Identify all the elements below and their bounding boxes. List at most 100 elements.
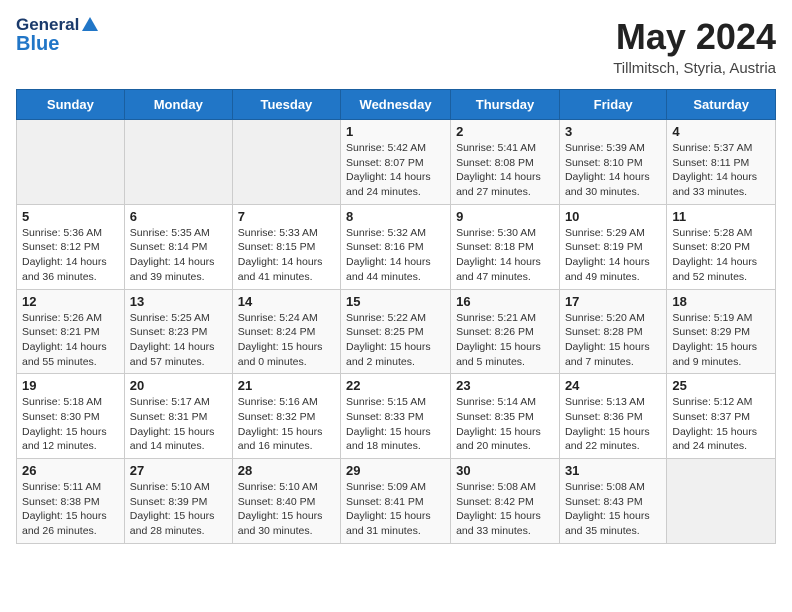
calendar-cell: 25Sunrise: 5:12 AMSunset: 8:37 PMDayligh…	[667, 374, 776, 459]
weekday-sunday: Sunday	[17, 90, 125, 120]
calendar-cell: 12 Sunrise: 5:26 AMSunset: 8:21 PMDayligh…	[17, 289, 125, 374]
day-info: Sunrise: 5:36 AMSunset: 8:12 PMDaylight:…	[22, 226, 119, 285]
calendar-cell: 14 Sunrise: 5:24 AMSunset: 8:24 PMDayligh…	[232, 289, 340, 374]
day-number: 22	[346, 378, 445, 393]
day-number: 14	[238, 294, 335, 309]
calendar-cell	[232, 120, 340, 205]
day-info: Sunrise: 5:33 AMSunset: 8:15 PMDaylight:…	[238, 226, 335, 285]
day-number: 26	[22, 463, 119, 478]
weekday-saturday: Saturday	[667, 90, 776, 120]
day-info: Sunrise: 5:37 AMSunset: 8:11 PMDaylight:…	[672, 141, 770, 200]
day-number: 17	[565, 294, 661, 309]
calendar-cell: 26 Sunrise: 5:11 AMSunset: 8:38 PMDayligh…	[17, 459, 125, 544]
day-number: 7	[238, 209, 335, 224]
logo-blue: Blue	[16, 33, 99, 55]
weekday-header-row: SundayMondayTuesdayWednesdayThursdayFrid…	[17, 90, 776, 120]
day-info: Sunrise: 5:08 AMSunset: 8:43 PMDaylight:…	[565, 480, 661, 539]
calendar-week-4: 19 Sunrise: 5:18 AMSunset: 8:30 PMDayligh…	[17, 374, 776, 459]
month-title: May 2024	[613, 16, 776, 58]
day-info: Sunrise: 5:20 AMSunset: 8:28 PMDaylight:…	[565, 311, 661, 370]
calendar-cell	[667, 459, 776, 544]
calendar-cell: 1 Sunrise: 5:42 AMSunset: 8:07 PMDaylight…	[341, 120, 451, 205]
calendar-cell: 28 Sunrise: 5:10 AMSunset: 8:40 PMDayligh…	[232, 459, 340, 544]
day-info: Sunrise: 5:32 AMSunset: 8:16 PMDaylight:…	[346, 226, 445, 285]
calendar-table: SundayMondayTuesdayWednesdayThursdayFrid…	[16, 89, 776, 544]
day-info: Sunrise: 5:35 AMSunset: 8:14 PMDaylight:…	[130, 226, 227, 285]
day-number: 28	[238, 463, 335, 478]
day-number: 30	[456, 463, 554, 478]
calendar-cell: 9 Sunrise: 5:30 AMSunset: 8:18 PMDaylight…	[451, 204, 560, 289]
day-number: 5	[22, 209, 119, 224]
day-info: Sunrise: 5:29 AMSunset: 8:19 PMDaylight:…	[565, 226, 661, 285]
day-number: 9	[456, 209, 554, 224]
calendar-cell: 27 Sunrise: 5:10 AMSunset: 8:39 PMDayligh…	[124, 459, 232, 544]
day-number: 15	[346, 294, 445, 309]
day-info: Sunrise: 5:24 AMSunset: 8:24 PMDaylight:…	[238, 311, 335, 370]
day-number: 4	[672, 124, 770, 139]
calendar-week-1: 1 Sunrise: 5:42 AMSunset: 8:07 PMDaylight…	[17, 120, 776, 205]
day-info: Sunrise: 5:22 AMSunset: 8:25 PMDaylight:…	[346, 311, 445, 370]
calendar-cell	[17, 120, 125, 205]
weekday-tuesday: Tuesday	[232, 90, 340, 120]
calendar-cell: 22Sunrise: 5:15 AMSunset: 8:33 PMDayligh…	[341, 374, 451, 459]
day-number: 18	[672, 294, 770, 309]
calendar-cell: 20 Sunrise: 5:17 AMSunset: 8:31 PMDayligh…	[124, 374, 232, 459]
day-number: 6	[130, 209, 227, 224]
calendar-cell: 2 Sunrise: 5:41 AMSunset: 8:08 PMDaylight…	[451, 120, 560, 205]
calendar-cell: 15 Sunrise: 5:22 AMSunset: 8:25 PMDayligh…	[341, 289, 451, 374]
calendar-cell: 18 Sunrise: 5:19 AMSunset: 8:29 PMDayligh…	[667, 289, 776, 374]
day-info: Sunrise: 5:16 AMSunset: 8:32 PMDaylight:…	[238, 395, 335, 454]
day-info: Sunrise: 5:11 AMSunset: 8:38 PMDaylight:…	[22, 480, 119, 539]
day-info: Sunrise: 5:30 AMSunset: 8:18 PMDaylight:…	[456, 226, 554, 285]
day-info: Sunrise: 5:26 AMSunset: 8:21 PMDaylight:…	[22, 311, 119, 370]
day-number: 13	[130, 294, 227, 309]
day-number: 23	[456, 378, 554, 393]
day-info: Sunrise: 5:09 AMSunset: 8:41 PMDaylight:…	[346, 480, 445, 539]
day-number: 3	[565, 124, 661, 139]
calendar-cell: 5 Sunrise: 5:36 AMSunset: 8:12 PMDaylight…	[17, 204, 125, 289]
calendar-cell: 4 Sunrise: 5:37 AMSunset: 8:11 PMDaylight…	[667, 120, 776, 205]
page-header: General Blue May 2024 Tillmitsch, Styria…	[16, 16, 776, 77]
day-info: Sunrise: 5:10 AMSunset: 8:40 PMDaylight:…	[238, 480, 335, 539]
calendar-cell: 21Sunrise: 5:16 AMSunset: 8:32 PMDayligh…	[232, 374, 340, 459]
day-info: Sunrise: 5:41 AMSunset: 8:08 PMDaylight:…	[456, 141, 554, 200]
day-number: 12	[22, 294, 119, 309]
day-info: Sunrise: 5:13 AMSunset: 8:36 PMDaylight:…	[565, 395, 661, 454]
day-info: Sunrise: 5:17 AMSunset: 8:31 PMDaylight:…	[130, 395, 227, 454]
day-info: Sunrise: 5:08 AMSunset: 8:42 PMDaylight:…	[456, 480, 554, 539]
day-info: Sunrise: 5:39 AMSunset: 8:10 PMDaylight:…	[565, 141, 661, 200]
calendar-week-3: 12 Sunrise: 5:26 AMSunset: 8:21 PMDayligh…	[17, 289, 776, 374]
logo: General Blue	[16, 16, 99, 55]
day-info: Sunrise: 5:21 AMSunset: 8:26 PMDaylight:…	[456, 311, 554, 370]
day-number: 27	[130, 463, 227, 478]
calendar-cell: 3 Sunrise: 5:39 AMSunset: 8:10 PMDaylight…	[559, 120, 666, 205]
weekday-wednesday: Wednesday	[341, 90, 451, 120]
day-number: 20	[130, 378, 227, 393]
calendar-cell: 24 Sunrise: 5:13 AMSunset: 8:36 PMDayligh…	[559, 374, 666, 459]
calendar-cell: 17 Sunrise: 5:20 AMSunset: 8:28 PMDayligh…	[559, 289, 666, 374]
day-number: 8	[346, 209, 445, 224]
calendar-cell: 6 Sunrise: 5:35 AMSunset: 8:14 PMDaylight…	[124, 204, 232, 289]
day-info: Sunrise: 5:42 AMSunset: 8:07 PMDaylight:…	[346, 141, 445, 200]
calendar-cell	[124, 120, 232, 205]
day-info: Sunrise: 5:10 AMSunset: 8:39 PMDaylight:…	[130, 480, 227, 539]
calendar-cell: 16Sunrise: 5:21 AMSunset: 8:26 PMDayligh…	[451, 289, 560, 374]
calendar-cell: 11Sunrise: 5:28 AMSunset: 8:20 PMDayligh…	[667, 204, 776, 289]
day-number: 2	[456, 124, 554, 139]
day-info: Sunrise: 5:28 AMSunset: 8:20 PMDaylight:…	[672, 226, 770, 285]
calendar-body: 1 Sunrise: 5:42 AMSunset: 8:07 PMDaylight…	[17, 120, 776, 544]
day-info: Sunrise: 5:25 AMSunset: 8:23 PMDaylight:…	[130, 311, 227, 370]
title-area: May 2024 Tillmitsch, Styria, Austria	[613, 16, 776, 77]
day-number: 19	[22, 378, 119, 393]
calendar-week-5: 26 Sunrise: 5:11 AMSunset: 8:38 PMDayligh…	[17, 459, 776, 544]
logo-triangle-icon	[81, 15, 99, 33]
day-number: 1	[346, 124, 445, 139]
location-subtitle: Tillmitsch, Styria, Austria	[613, 60, 776, 77]
day-info: Sunrise: 5:18 AMSunset: 8:30 PMDaylight:…	[22, 395, 119, 454]
calendar-cell: 29Sunrise: 5:09 AMSunset: 8:41 PMDayligh…	[341, 459, 451, 544]
day-number: 24	[565, 378, 661, 393]
weekday-friday: Friday	[559, 90, 666, 120]
calendar-cell: 7 Sunrise: 5:33 AMSunset: 8:15 PMDaylight…	[232, 204, 340, 289]
day-info: Sunrise: 5:19 AMSunset: 8:29 PMDaylight:…	[672, 311, 770, 370]
calendar-cell: 23Sunrise: 5:14 AMSunset: 8:35 PMDayligh…	[451, 374, 560, 459]
